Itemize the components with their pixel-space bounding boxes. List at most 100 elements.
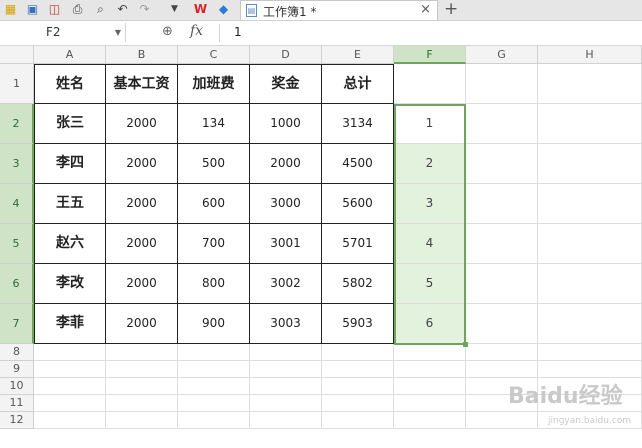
row-header-12[interactable]: 12 xyxy=(0,412,34,429)
table-cell[interactable]: 800 xyxy=(178,264,250,304)
table-cell[interactable]: 赵六 xyxy=(34,224,106,264)
row-header-3[interactable]: 3 xyxy=(0,144,34,184)
cell[interactable] xyxy=(322,378,394,395)
table-cell[interactable]: 600 xyxy=(178,184,250,224)
cell[interactable] xyxy=(106,412,178,429)
cell[interactable] xyxy=(538,224,642,264)
cell[interactable] xyxy=(394,378,466,395)
save-icon[interactable]: ▣ xyxy=(25,2,40,17)
table-cell[interactable]: 5903 xyxy=(322,304,394,344)
table-cell[interactable]: 3000 xyxy=(250,184,322,224)
table-cell[interactable]: 2000 xyxy=(106,304,178,344)
table-cell[interactable]: 张三 xyxy=(34,104,106,144)
row-header-5[interactable]: 5 xyxy=(0,224,34,264)
table-header-cell[interactable]: 加班费 xyxy=(178,64,250,104)
table-cell[interactable]: 王五 xyxy=(34,184,106,224)
row-header-6[interactable]: 6 xyxy=(0,264,34,304)
table-cell[interactable]: 900 xyxy=(178,304,250,344)
cell[interactable] xyxy=(322,395,394,412)
table-cell[interactable]: 2000 xyxy=(106,184,178,224)
cell[interactable] xyxy=(394,361,466,378)
cell[interactable] xyxy=(178,395,250,412)
cell[interactable] xyxy=(106,395,178,412)
column-header-h[interactable]: H xyxy=(538,46,642,64)
formula-input[interactable]: 1 xyxy=(234,25,242,39)
print-preview-icon[interactable]: ⌕ xyxy=(93,2,108,17)
sequence-cell[interactable]: 5 xyxy=(394,264,466,304)
cell[interactable] xyxy=(538,64,642,104)
table-header-cell[interactable]: 基本工资 xyxy=(106,64,178,104)
cell[interactable] xyxy=(34,361,106,378)
cell[interactable] xyxy=(34,412,106,429)
cell[interactable] xyxy=(106,361,178,378)
sequence-cell[interactable]: 1 xyxy=(394,104,466,144)
cell[interactable] xyxy=(322,344,394,361)
table-cell[interactable]: 2000 xyxy=(106,104,178,144)
table-cell[interactable]: 2000 xyxy=(106,144,178,184)
table-cell[interactable]: 李改 xyxy=(34,264,106,304)
wps-icon[interactable]: W xyxy=(193,2,208,17)
table-cell[interactable]: 134 xyxy=(178,104,250,144)
cell[interactable] xyxy=(34,378,106,395)
logo-icon[interactable]: ▦ xyxy=(3,2,18,17)
cell[interactable] xyxy=(466,184,538,224)
cell[interactable] xyxy=(106,378,178,395)
cell[interactable] xyxy=(466,144,538,184)
cell[interactable] xyxy=(538,361,642,378)
sequence-cell[interactable]: 6 xyxy=(394,304,466,344)
row-header-2[interactable]: 2 xyxy=(0,104,34,144)
cell[interactable] xyxy=(178,412,250,429)
cell[interactable] xyxy=(466,361,538,378)
table-cell[interactable]: 4500 xyxy=(322,144,394,184)
cell[interactable] xyxy=(106,344,178,361)
column-header-e[interactable]: E xyxy=(322,46,394,64)
column-header-a[interactable]: A xyxy=(34,46,106,64)
table-cell[interactable]: 5802 xyxy=(322,264,394,304)
redo-icon[interactable]: ↷ xyxy=(137,2,152,17)
cell[interactable] xyxy=(538,264,642,304)
cell[interactable] xyxy=(394,395,466,412)
table-cell[interactable]: 2000 xyxy=(250,144,322,184)
name-box[interactable]: F2 ▼ xyxy=(0,23,126,42)
cell[interactable] xyxy=(538,144,642,184)
cell[interactable] xyxy=(34,395,106,412)
cell[interactable] xyxy=(250,395,322,412)
table-header-cell[interactable]: 姓名 xyxy=(34,64,106,104)
cell[interactable] xyxy=(250,361,322,378)
cell[interactable] xyxy=(466,304,538,344)
table-header-cell[interactable]: 总计 xyxy=(322,64,394,104)
column-header-g[interactable]: G xyxy=(466,46,538,64)
column-header-b[interactable]: B xyxy=(106,46,178,64)
cell[interactable] xyxy=(34,344,106,361)
column-header-f[interactable]: F xyxy=(394,46,466,64)
select-all-corner[interactable] xyxy=(0,46,34,64)
row-header-4[interactable]: 4 xyxy=(0,184,34,224)
sequence-cell[interactable]: 4 xyxy=(394,224,466,264)
cell[interactable] xyxy=(322,412,394,429)
cell[interactable] xyxy=(394,412,466,429)
table-cell[interactable]: 5600 xyxy=(322,184,394,224)
chevron-down-icon[interactable]: ▼ xyxy=(115,23,121,42)
cube-icon[interactable]: ◆ xyxy=(216,2,231,17)
table-cell[interactable]: 李四 xyxy=(34,144,106,184)
cell[interactable] xyxy=(178,378,250,395)
undo-icon[interactable]: ↶ xyxy=(115,2,130,17)
close-icon[interactable]: × xyxy=(420,2,431,17)
cell[interactable] xyxy=(466,104,538,144)
table-cell[interactable]: 2000 xyxy=(106,224,178,264)
cell[interactable] xyxy=(466,264,538,304)
fill-handle[interactable] xyxy=(463,342,468,347)
zoom-icon[interactable]: ⊕ xyxy=(162,24,173,39)
cell[interactable] xyxy=(250,344,322,361)
cell[interactable] xyxy=(466,344,538,361)
cell[interactable] xyxy=(178,361,250,378)
cell[interactable] xyxy=(466,412,538,429)
row-header-11[interactable]: 11 xyxy=(0,395,34,412)
cell[interactable] xyxy=(466,64,538,104)
export-pdf-icon[interactable]: ◫ xyxy=(47,2,62,17)
table-cell[interactable]: 3003 xyxy=(250,304,322,344)
table-header-cell[interactable]: 奖金 xyxy=(250,64,322,104)
cell[interactable] xyxy=(466,224,538,264)
cell[interactable] xyxy=(538,104,642,144)
row-header-9[interactable]: 9 xyxy=(0,361,34,378)
